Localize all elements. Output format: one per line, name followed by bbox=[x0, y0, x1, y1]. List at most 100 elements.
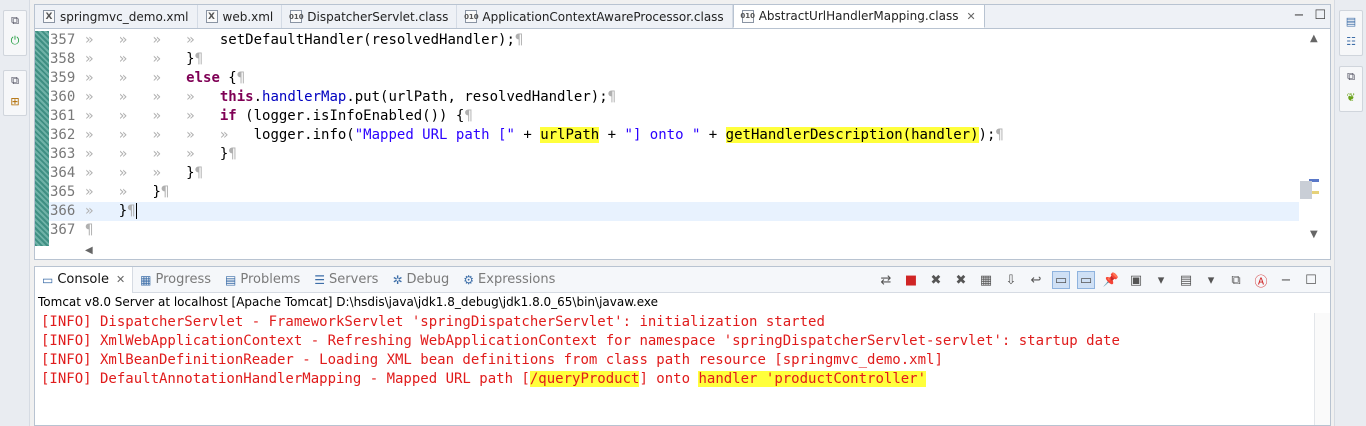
scroll-thumb[interactable] bbox=[1300, 181, 1312, 199]
minimize-icon[interactable]: − bbox=[1277, 271, 1295, 289]
leaf-icon[interactable]: ❦ bbox=[1340, 87, 1362, 107]
close-icon[interactable]: ✕ bbox=[116, 273, 125, 286]
code-editor: Xspringmvc_demo.xml Xweb.xml 010 Dispatcher… bbox=[34, 4, 1331, 260]
editor-vertical-scrollbar[interactable]: ▲ ▼ bbox=[1300, 31, 1330, 260]
remove-launch-icon[interactable]: ✖ bbox=[927, 271, 945, 289]
tab-marker: » bbox=[85, 203, 119, 219]
change-ruler bbox=[35, 31, 49, 246]
tab-marker: » bbox=[186, 89, 220, 105]
code-token: urlPath bbox=[540, 127, 600, 143]
console-tab-debug[interactable]: ✲ Debug bbox=[385, 267, 456, 293]
editor-tab[interactable]: 010 AbstractUrlHandlerMapping.class ✕ bbox=[732, 4, 985, 28]
tab-marker: » bbox=[186, 108, 220, 124]
console-tab-servers[interactable]: ☰ Servers bbox=[307, 267, 385, 293]
line-number: 367 bbox=[50, 222, 76, 238]
code-token: ); bbox=[978, 127, 996, 143]
xml-file-icon: X bbox=[43, 10, 55, 23]
console-tab-progress[interactable]: ▦ Progress bbox=[133, 267, 218, 293]
console-tab-label: Expressions bbox=[478, 272, 556, 287]
trim-group-palette: ⧉ ❦ bbox=[1339, 66, 1363, 112]
tab-marker: » bbox=[85, 127, 119, 143]
copy-icon[interactable]: ⧉ bbox=[1227, 271, 1245, 289]
xml-file-icon: X bbox=[205, 10, 218, 23]
editor-tab-label: springmvc_demo.xml bbox=[60, 9, 189, 24]
editor-tab[interactable]: 010 DispatcherServlet.class bbox=[282, 5, 458, 28]
clear-console-icon[interactable]: ▦ bbox=[977, 271, 995, 289]
minimize-icon[interactable]: − bbox=[1293, 8, 1304, 23]
restore-icon[interactable]: ⧉ bbox=[1340, 67, 1362, 87]
expressions-icon: ⚙ bbox=[463, 272, 475, 287]
class-file-icon: 010 bbox=[464, 10, 479, 23]
restore-icon[interactable]: ⧉ bbox=[4, 11, 26, 31]
sync-icon[interactable]: ⇄ bbox=[877, 271, 895, 289]
open-console-icon[interactable]: ▤ bbox=[1177, 271, 1195, 289]
restore-icon[interactable]: ⧉ bbox=[4, 71, 26, 91]
link-icon[interactable]: Ⓐ bbox=[1252, 271, 1270, 290]
scroll-left-icon[interactable]: ◀ bbox=[85, 245, 93, 256]
code-line: 366 » }¶ bbox=[49, 202, 1299, 221]
console-tab-console[interactable]: ▭ Console ✕ bbox=[35, 266, 134, 293]
display-console-icon[interactable]: ▣ bbox=[1127, 271, 1145, 289]
code-token: getHandlerDescription(handler) bbox=[725, 127, 979, 143]
editor-horizontal-scrollbar[interactable]: ◀ bbox=[85, 245, 1305, 259]
dropdown-icon[interactable]: ▾ bbox=[1152, 271, 1170, 289]
server-start-icon[interactable]: ⏻ bbox=[4, 31, 26, 51]
remove-all-icon[interactable]: ✖ bbox=[952, 271, 970, 289]
editor-tab[interactable]: Xspringmvc_demo.xml bbox=[35, 5, 198, 28]
code-token: "Mapped URL path [" bbox=[354, 127, 515, 143]
trim-group-top: ⧉ ⏻ bbox=[3, 10, 27, 56]
maximize-icon[interactable]: ☐ bbox=[1302, 271, 1320, 289]
console-output[interactable]: [INFO] DispatcherServlet - FrameworkServ… bbox=[35, 313, 1315, 425]
console-tab-expressions[interactable]: ⚙ Expressions bbox=[456, 267, 562, 293]
editor-tab[interactable]: Xweb.xml bbox=[198, 5, 283, 28]
code-text: } bbox=[152, 184, 161, 200]
editor-tab-label: ApplicationContextAwareProcessor.class bbox=[482, 9, 724, 24]
scroll-down-icon[interactable]: ▼ bbox=[1310, 229, 1318, 240]
code-line: 364 » » » }¶ bbox=[49, 164, 1299, 183]
tab-marker: » bbox=[152, 32, 187, 48]
scroll-up-icon[interactable]: ▲ bbox=[1310, 33, 1318, 44]
outline-icon[interactable]: ▤ bbox=[1340, 11, 1362, 31]
console-vertical-scrollbar[interactable] bbox=[1314, 313, 1330, 425]
line-number: 365 bbox=[50, 184, 76, 200]
code-area[interactable]: 357 » » » » setDefaultHandler(resolvedHan… bbox=[35, 31, 1330, 260]
task-list-icon[interactable]: ☷ bbox=[1340, 31, 1362, 51]
console-token: [INFO] DefaultAnnotationHandlerMapping -… bbox=[41, 371, 530, 387]
pilcrow-marker: ¶ bbox=[127, 203, 136, 219]
keyword: else bbox=[186, 70, 220, 86]
tab-marker: » bbox=[85, 51, 119, 67]
close-icon[interactable]: ✕ bbox=[966, 10, 975, 23]
pilcrow-marker: ¶ bbox=[194, 165, 204, 181]
code-token: + bbox=[700, 127, 726, 143]
scroll-lock-icon[interactable]: ⇩ bbox=[1002, 271, 1020, 289]
code-line: 362 » » » » » logger.info("Mapped URL pat… bbox=[49, 126, 1299, 145]
console-tab-problems[interactable]: ▤ Problems bbox=[218, 267, 307, 293]
text-cursor bbox=[135, 203, 137, 219]
terminate-icon[interactable]: ■ bbox=[902, 271, 920, 289]
editor-tab[interactable]: 010 ApplicationContextAwareProcessor.clas… bbox=[457, 5, 733, 28]
code-text: else { bbox=[186, 70, 237, 86]
code-text: logger.info("Mapped URL path [" + urlPat… bbox=[254, 127, 996, 143]
code-text: } bbox=[186, 51, 195, 67]
dropdown-icon[interactable]: ▾ bbox=[1202, 271, 1220, 289]
console-tab-label: Progress bbox=[155, 272, 211, 287]
servers-icon: ☰ bbox=[314, 272, 326, 287]
show-on-stderr-icon[interactable]: ▭ bbox=[1077, 271, 1095, 289]
console-tab-label: Console bbox=[57, 272, 109, 287]
code-line: 367 ¶ bbox=[49, 221, 1299, 240]
keyword: this bbox=[219, 89, 254, 105]
tab-marker: » bbox=[118, 89, 153, 105]
tab-marker: » bbox=[118, 51, 153, 67]
editor-tab-label: AbstractUrlHandlerMapping.class bbox=[758, 9, 959, 23]
code-line: 365 » » }¶ bbox=[49, 183, 1299, 202]
word-wrap-icon[interactable]: ↩ bbox=[1027, 271, 1045, 289]
pin-console-icon[interactable]: 📌 bbox=[1102, 271, 1120, 289]
maximize-icon[interactable]: ☐ bbox=[1314, 8, 1326, 23]
code-token: + bbox=[514, 127, 541, 143]
line-number: 357 bbox=[50, 32, 76, 48]
tab-marker: » bbox=[186, 127, 220, 143]
hierarchy-icon[interactable]: ⊞ bbox=[4, 91, 26, 111]
show-on-stdout-icon[interactable]: ▭ bbox=[1052, 271, 1070, 289]
code-token: "] onto " bbox=[624, 127, 701, 143]
console-token: handler 'productController' bbox=[698, 371, 927, 387]
